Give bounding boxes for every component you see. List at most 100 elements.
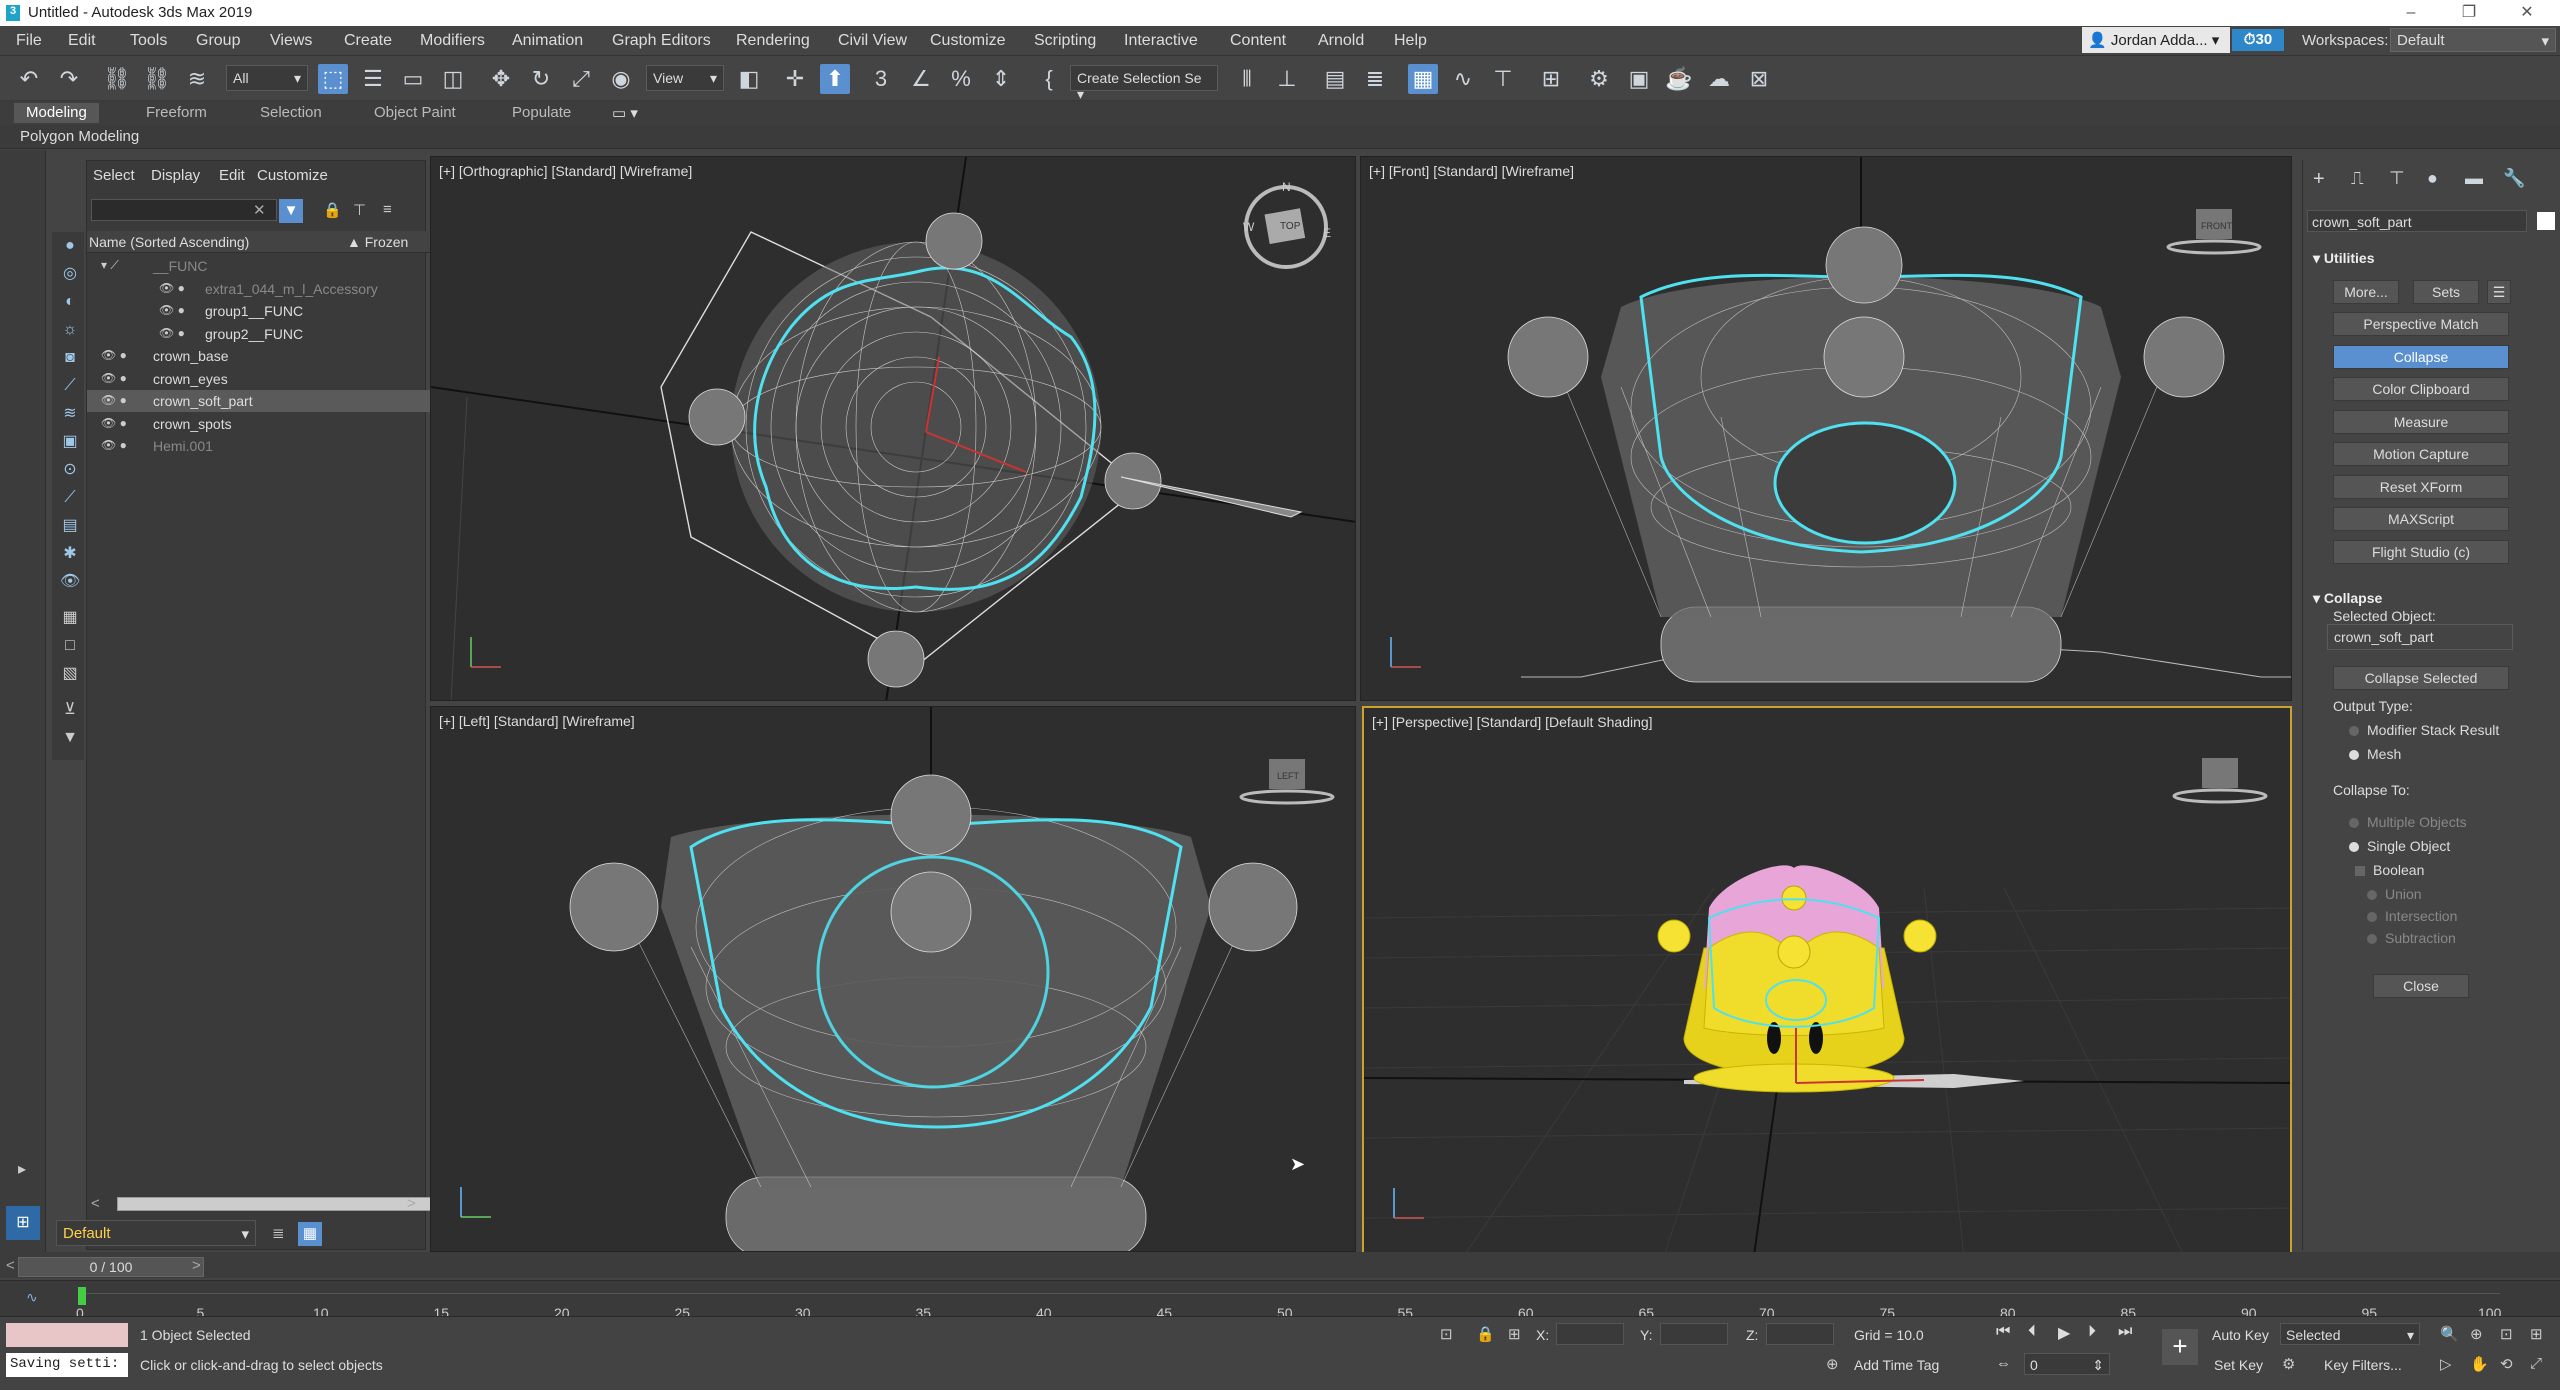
set-keys-icon[interactable]: + (2162, 1329, 2198, 1365)
clear-search-icon[interactable]: ✕ (253, 201, 266, 219)
time-prev-icon[interactable]: < (6, 1257, 15, 1274)
scene-row[interactable]: 👁 ●crown_soft_part❄ (87, 390, 455, 412)
scene-row[interactable]: ▾ ⟋__FUNC❄ (87, 255, 455, 277)
display-invert-icon[interactable]: ▧ (60, 664, 80, 684)
more-button[interactable]: More... (2333, 280, 2399, 304)
viewport-perspective[interactable]: [+] [Perspective] [Standard] [Default Sh… (1362, 706, 2292, 1254)
display-lights-icon[interactable]: ☼ (60, 320, 80, 340)
pivot-center-icon[interactable]: ◧ (734, 64, 764, 94)
utility-button[interactable]: MAXScript (2333, 507, 2509, 531)
scene-row[interactable]: 👁 ●group1__FUNC❄ (87, 300, 455, 322)
zoom-extents-icon[interactable]: ⊡ (2500, 1325, 2513, 1343)
snaps-toggle-icon[interactable]: 3 (866, 64, 896, 94)
menu-customize[interactable]: Customize (930, 32, 1006, 50)
visibility-icon[interactable]: 👁 ● (159, 326, 185, 340)
scene-row[interactable]: 👁 ●extra1_044_m_l_Accessory❄ (87, 278, 455, 300)
scroll-left-icon[interactable]: < (91, 1195, 100, 1212)
zoom-icon[interactable]: 🔍 (2440, 1325, 2459, 1343)
utility-button[interactable]: Collapse (2333, 344, 2509, 369)
display-xrefs-icon[interactable]: ⊙ (60, 460, 80, 480)
utility-button[interactable]: Perspective Match (2333, 312, 2509, 336)
key-mode-icon[interactable]: ⇔ (1996, 1355, 2011, 1372)
close-icon[interactable]: ✕ (2504, 0, 2550, 26)
curve-editor-mini-icon[interactable]: ∿ (26, 1289, 38, 1306)
menu-graph-editors[interactable]: Graph Editors (612, 32, 711, 50)
tab-freeform[interactable]: Freeform (134, 103, 219, 123)
scene-tab-display[interactable]: Display (151, 167, 200, 184)
display-shapes-icon[interactable]: ◐ (60, 292, 80, 312)
display-none-icon[interactable]: □ (60, 636, 80, 656)
menu-content[interactable]: Content (1230, 32, 1286, 50)
viewport-top[interactable]: [+] [Orthographic] [Standard] [Wireframe… (430, 156, 1356, 701)
user-account-dropdown[interactable]: 👤 Jordan Adda... ▾ (2082, 27, 2230, 53)
material-editor-icon[interactable]: ⊞ (1536, 64, 1566, 94)
add-time-tag[interactable]: Add Time Tag (1854, 1357, 1939, 1373)
percent-snap-icon[interactable]: % (946, 64, 976, 94)
layer-stack-icon[interactable]: ≣ (272, 1224, 285, 1242)
collapse-rollout[interactable]: ▾ Collapse (2313, 590, 2382, 607)
expand-icon[interactable]: ▸ (12, 1160, 32, 1180)
menu-help[interactable]: Help (1394, 32, 1427, 50)
render-setup-icon[interactable]: ⚙ (1584, 64, 1614, 94)
align-icon[interactable]: ⊥ (1272, 64, 1302, 94)
window-crossing-icon[interactable]: ◫ (438, 64, 468, 94)
tab-selection[interactable]: Selection (248, 103, 334, 123)
menu-file[interactable]: File (16, 32, 42, 50)
key-set-dropdown[interactable]: Selected ▾ (2280, 1323, 2420, 1345)
display-cameras-icon[interactable]: ◙ (60, 348, 80, 368)
filter-toggle-icon[interactable]: ▼ (279, 199, 303, 223)
time-next-icon[interactable]: > (192, 1257, 201, 1274)
rendered-frame-window-icon[interactable]: ▣ (1624, 64, 1654, 94)
time-slider[interactable]: 0 / 100 (18, 1257, 204, 1277)
scene-row[interactable]: 👁 ●Hemi.001❄ (87, 435, 455, 457)
display-geometry-icon[interactable]: ◎ (60, 264, 80, 284)
scene-search-input[interactable] (91, 199, 277, 221)
modify-tab-icon[interactable]: ⎍ (2351, 168, 2364, 189)
tab-object-paint[interactable]: Object Paint (362, 103, 468, 123)
keyboard-shortcut-override-icon[interactable]: ⬆ (820, 64, 850, 94)
select-object-icon[interactable]: ⬚ (318, 64, 348, 94)
layer-dropdown[interactable]: Default ▾ (56, 1220, 256, 1246)
spinner-snap-icon[interactable]: ⇕ (986, 64, 1016, 94)
rect-selection-icon[interactable]: ▭ (398, 64, 428, 94)
object-color-swatch[interactable] (2537, 212, 2555, 230)
menu-views[interactable]: Views (270, 32, 312, 50)
viewport-front[interactable]: [+] [Front] [Standard] [Wireframe] FRONT (1360, 156, 2292, 701)
go-to-end-icon[interactable]: ⏭ (2118, 1323, 2132, 1341)
scene-column-header[interactable]: Name (Sorted Ascending) ▲ Frozen (87, 231, 455, 253)
lock-icon[interactable]: 🔒 (323, 201, 342, 219)
angle-snap-icon[interactable]: ∠ (906, 64, 936, 94)
create-tab-icon[interactable]: + (2313, 168, 2325, 191)
pan-icon[interactable]: ✋ (2470, 1355, 2489, 1373)
utility-button[interactable]: Motion Capture (2333, 442, 2509, 466)
visibility-icon[interactable]: 👁 ● (101, 371, 127, 385)
select-by-name-icon[interactable]: ☰ (358, 64, 388, 94)
display-all-icon[interactable]: ● (60, 236, 80, 256)
menu-modifiers[interactable]: Modifiers (420, 32, 485, 50)
display-all-toggle-icon[interactable]: ▦ (60, 608, 80, 628)
menu-tools[interactable]: Tools (130, 32, 167, 50)
workspaces-dropdown[interactable]: Default ▾ (2390, 28, 2556, 52)
scale-icon[interactable]: ⤢ (566, 64, 596, 94)
render-production-icon[interactable]: ☕ (1664, 64, 1694, 94)
rotate-icon[interactable]: ↻ (526, 64, 556, 94)
single-object-radio[interactable]: Single Object (2349, 838, 2450, 854)
hierarchy-tab-icon[interactable]: ⊤ (2389, 168, 2405, 189)
display-groups-icon[interactable]: ▣ (60, 432, 80, 452)
menu-interactive[interactable]: Interactive (1124, 32, 1198, 50)
named-selection-dropdown[interactable]: Create Selection Se ▾ (1070, 65, 1218, 102)
collapse-selected-button[interactable]: Collapse Selected (2333, 666, 2509, 690)
place-icon[interactable]: ◉ (606, 64, 636, 94)
utility-button[interactable]: Reset XForm (2333, 474, 2509, 499)
hierarchy-icon[interactable]: ⊤ (353, 201, 366, 219)
auto-key-button[interactable]: Auto Key (2212, 1327, 2269, 1343)
col-name[interactable]: Name (Sorted Ascending) (89, 234, 249, 250)
utility-button[interactable]: Flight Studio (c) (2333, 539, 2509, 564)
select-manipulate-icon[interactable]: ✛ (780, 64, 810, 94)
visibility-icon[interactable]: 👁 ● (159, 303, 185, 317)
unlink-icon[interactable]: ⛓ (142, 64, 172, 94)
go-to-start-icon[interactable]: ⏮ (1996, 1323, 2010, 1341)
curve-editor-icon[interactable]: ∿ (1448, 64, 1478, 94)
viewport-left[interactable]: [+] [Left] [Standard] [Wireframe] LEFT (430, 706, 1356, 1252)
next-frame-icon[interactable]: ⏵ (2088, 1323, 2096, 1341)
